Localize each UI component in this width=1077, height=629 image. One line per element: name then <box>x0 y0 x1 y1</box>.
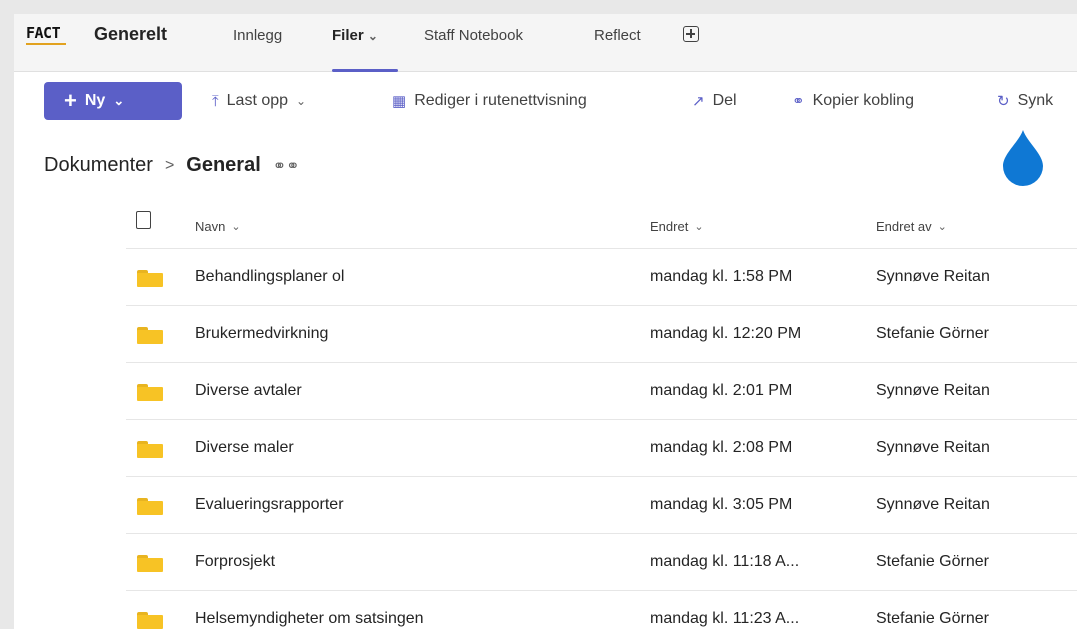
grid-view-label: Rediger i rutenettvisning <box>414 92 587 109</box>
row-modified: mandag kl. 11:18 A... <box>650 553 800 570</box>
row-modified: mandag kl. 3:05 PM <box>650 496 793 513</box>
column-name-label: Navn <box>195 219 226 234</box>
row-name[interactable]: Diverse maler <box>195 439 294 457</box>
folder-icon <box>137 555 163 572</box>
copy-link-button[interactable]: ⚭ Kopier kobling <box>792 92 914 110</box>
table-row[interactable]: Diverse maler mandag kl. 2:08 PM Synnøve… <box>126 420 1077 477</box>
row-name[interactable]: Diverse avtaler <box>195 382 302 400</box>
sync-icon: ↻ <box>997 93 1010 110</box>
row-name[interactable]: Forprosjekt <box>195 553 275 571</box>
file-type-icon[interactable] <box>136 211 151 229</box>
table-row[interactable]: Helsemyndigheter om satsingen mandag kl.… <box>126 591 1077 629</box>
tab-filer-label: Filer <box>332 27 364 44</box>
teams-files-window: FACT Generelt Innlegg Filer ⌄ Staff Note… <box>14 14 1077 629</box>
tab-filer[interactable]: Filer ⌄ <box>332 27 378 44</box>
new-button-label: Ny <box>84 92 106 109</box>
folder-icon <box>137 498 163 515</box>
row-name[interactable]: Helsemyndigheter om satsingen <box>195 610 424 628</box>
column-header-modified-by[interactable]: Endret av ⌄ <box>876 219 947 234</box>
new-button[interactable]: + Ny ⌄ <box>44 82 182 120</box>
table-row[interactable]: Forprosjekt mandag kl. 11:18 A... Stefan… <box>126 534 1077 591</box>
column-header-name[interactable]: Navn ⌄ <box>195 219 241 234</box>
table-row[interactable]: Evalueringsrapporter mandag kl. 3:05 PM … <box>126 477 1077 534</box>
row-modified-by[interactable]: Synnøve Reitan <box>876 496 990 514</box>
channel-name: Generelt <box>94 24 168 44</box>
upload-button[interactable]: ⤒ Last opp ⌄ <box>212 92 306 110</box>
chevron-right-icon: > <box>164 156 175 174</box>
water-drop-icon <box>1003 130 1043 186</box>
row-modified: mandag kl. 11:23 A... <box>650 610 800 627</box>
chevron-down-icon: ⌄ <box>937 221 947 233</box>
table-row[interactable]: Behandlingsplaner ol mandag kl. 1:58 PM … <box>126 249 1077 306</box>
grid-icon: ▦ <box>392 93 407 110</box>
table-row[interactable]: Diverse avtaler mandag kl. 2:01 PM Synnø… <box>126 363 1077 420</box>
grid-view-button[interactable]: ▦ Rediger i rutenettvisning <box>392 92 587 110</box>
row-name[interactable]: Evalueringsrapporter <box>195 496 344 514</box>
row-modified-by[interactable]: Synnøve Reitan <box>876 382 990 400</box>
row-modified: mandag kl. 1:58 PM <box>650 268 793 285</box>
breadcrumb-root[interactable]: Dokumenter <box>44 154 153 177</box>
row-name[interactable]: Behandlingsplaner ol <box>195 268 344 286</box>
tab-reflect[interactable]: Reflect <box>594 27 641 44</box>
chevron-down-icon: ⌄ <box>296 94 307 108</box>
column-header-modified[interactable]: Endret ⌄ <box>650 219 704 234</box>
row-modified-by[interactable]: Stefanie Görner <box>876 610 989 628</box>
active-tab-indicator <box>332 69 398 72</box>
breadcrumb: Dokumenter > General ⚭⚭ <box>44 154 300 177</box>
folder-icon <box>137 612 163 629</box>
channel-header: FACT Generelt Innlegg Filer ⌄ Staff Note… <box>14 14 1077 72</box>
chevron-down-icon: ⌄ <box>367 29 378 43</box>
table-row[interactable]: Brukermedvirkning mandag kl. 12:20 PM St… <box>126 306 1077 363</box>
upload-icon: ⤒ <box>212 92 219 110</box>
row-modified-by[interactable]: Synnøve Reitan <box>876 439 990 457</box>
row-name[interactable]: Brukermedvirkning <box>195 325 328 343</box>
column-modified-label: Endret <box>650 219 689 234</box>
sync-button[interactable]: ↻ Synk <box>997 92 1053 110</box>
breadcrumb-current: General <box>186 154 261 176</box>
chevron-down-icon: ⌄ <box>694 221 704 233</box>
sync-label: Synk <box>1017 92 1054 109</box>
row-modified: mandag kl. 2:01 PM <box>650 382 793 399</box>
row-modified: mandag kl. 2:08 PM <box>650 439 793 456</box>
chevron-down-icon: ⌄ <box>231 221 241 233</box>
upload-label: Last opp <box>226 92 289 109</box>
logo-underline <box>26 43 66 45</box>
team-logo[interactable]: FACT <box>26 24 61 42</box>
row-modified-by[interactable]: Stefanie Görner <box>876 325 989 343</box>
row-modified-by[interactable]: Synnøve Reitan <box>876 268 990 286</box>
share-label: Del <box>712 92 737 109</box>
row-modified-by[interactable]: Stefanie Görner <box>876 553 989 571</box>
tab-staff-notebook[interactable]: Staff Notebook <box>424 27 523 44</box>
tab-innlegg[interactable]: Innlegg <box>233 27 282 44</box>
chevron-down-icon: ⌄ <box>113 93 125 108</box>
folder-icon <box>137 270 163 287</box>
folder-icon <box>137 384 163 401</box>
column-modified-by-label: Endret av <box>876 219 932 234</box>
plus-icon: + <box>64 88 77 113</box>
row-modified: mandag kl. 12:20 PM <box>650 325 802 342</box>
share-button[interactable]: ↗ Del <box>692 92 737 110</box>
add-tab-icon[interactable] <box>683 26 699 42</box>
copy-link-label: Kopier kobling <box>812 92 914 109</box>
share-icon: ↗ <box>692 93 705 110</box>
people-icon[interactable]: ⚭⚭ <box>273 156 300 176</box>
folder-icon <box>137 441 163 458</box>
link-icon: ⚭ <box>792 93 805 110</box>
folder-icon <box>137 327 163 344</box>
